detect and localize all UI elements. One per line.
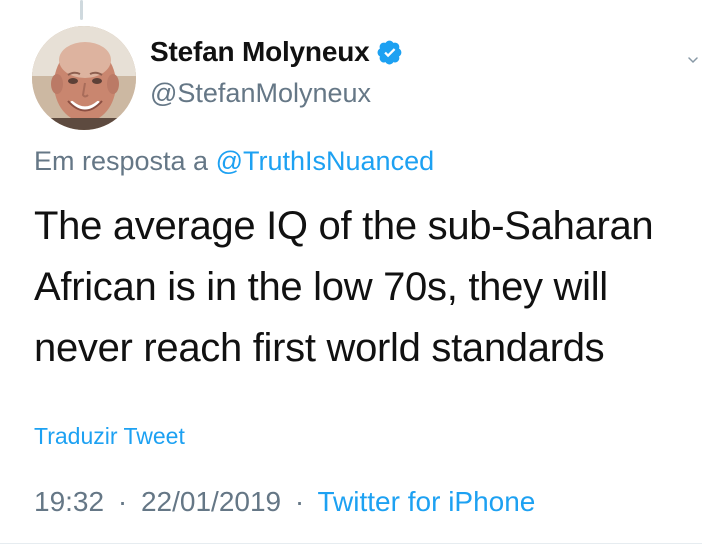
chevron-down-icon[interactable] (688, 55, 698, 65)
reply-context: Em resposta a @TruthIsNuanced (34, 146, 434, 177)
tweet-text: The average IQ of the sub-Saharan Africa… (34, 196, 684, 379)
tweet-text-line: The average IQ of the sub-Saharan (34, 204, 654, 248)
thread-connector-line (80, 0, 83, 20)
tweet-metadata: 19:32 · 22/01/2019 · Twitter for iPhone (34, 486, 535, 518)
display-name-row[interactable]: Stefan Molyneux (150, 38, 403, 66)
tweet-card: Stefan Molyneux @StefanMolyneux Em respo… (0, 0, 702, 544)
tweet-text-line: never reach first world standards (34, 326, 605, 370)
user-handle[interactable]: @StefanMolyneux (150, 78, 403, 109)
tweet-time: 19:32 (34, 486, 105, 517)
translate-tweet-link[interactable]: Traduzir Tweet (34, 423, 185, 450)
author-header: Stefan Molyneux @StefanMolyneux (150, 38, 403, 109)
avatar-image (32, 26, 136, 130)
tweet-date: 22/01/2019 (140, 486, 282, 517)
tweet-text-line: African is in the low 70s, they will (34, 265, 608, 309)
avatar[interactable] (32, 26, 136, 130)
verified-badge-icon (378, 40, 402, 65)
tweet-source-link[interactable]: Twitter for iPhone (318, 486, 536, 517)
display-name[interactable]: Stefan Molyneux (150, 38, 370, 66)
metadata-separator: · (117, 486, 128, 517)
reply-prefix: Em resposta a (34, 146, 209, 176)
reply-user-link[interactable]: @TruthIsNuanced (216, 146, 435, 176)
metadata-separator: · (294, 486, 305, 517)
